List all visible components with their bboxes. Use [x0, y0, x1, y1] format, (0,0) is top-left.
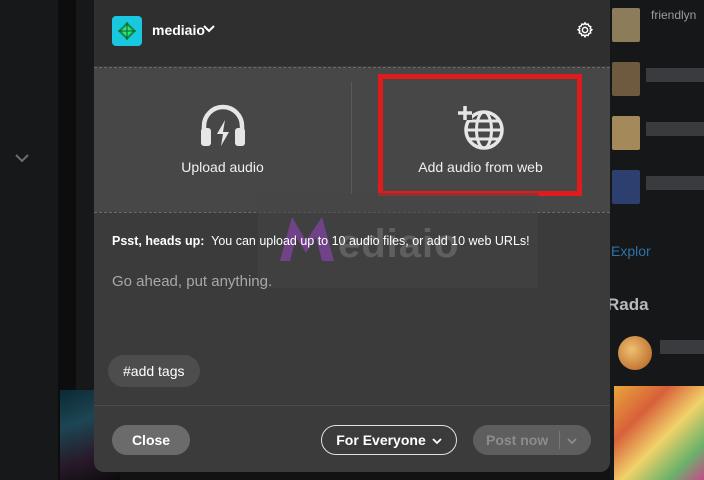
gear-icon[interactable] — [576, 21, 594, 44]
background-bar — [646, 176, 704, 190]
audience-label: For Everyone — [336, 432, 426, 448]
tip-text: You can upload up to 10 audio files, or … — [211, 234, 530, 248]
post-now-label: Post now — [486, 432, 549, 448]
background-bar — [646, 68, 704, 82]
background-thumbnail — [612, 8, 640, 42]
background-thumbnail — [612, 170, 640, 204]
highlight-box — [378, 74, 582, 196]
headphones-upload-icon — [198, 104, 248, 153]
background-thumbnail — [612, 62, 640, 96]
chevron-down-icon[interactable] — [567, 433, 577, 449]
background-bar — [660, 340, 704, 354]
background-bar — [646, 122, 704, 136]
background-artwork — [614, 386, 704, 480]
chevron-down-icon[interactable] — [202, 22, 216, 41]
background-blog-name: friendlyn — [651, 8, 697, 22]
audio-post-modal: mediaio Upload audio Add audio from web … — [94, 0, 610, 472]
footer-divider — [94, 405, 610, 406]
upload-audio-option[interactable]: Upload audio — [94, 68, 351, 212]
diamond-logo-icon[interactable] — [112, 16, 142, 46]
blog-name[interactable]: mediaio — [152, 22, 205, 38]
background-avatar — [618, 336, 652, 370]
audience-dropdown[interactable]: For Everyone — [321, 425, 457, 455]
add-tags-button[interactable]: #add tags — [108, 355, 200, 387]
background-section-title: Rada — [607, 295, 649, 314]
background-thumbnail — [612, 116, 640, 150]
chevron-down-icon — [432, 432, 442, 448]
background-explore-link: Explor — [611, 243, 651, 259]
upload-audio-label: Upload audio — [181, 159, 264, 175]
upload-tip: Psst, heads up: You can upload up to 10 … — [112, 234, 530, 248]
tip-heading: Psst, heads up: — [112, 234, 205, 248]
post-now-button[interactable]: Post now — [473, 425, 591, 455]
button-separator — [559, 431, 560, 449]
chevron-down-icon — [14, 150, 30, 164]
close-button[interactable]: Close — [112, 425, 190, 455]
modal-header: mediaio — [94, 0, 610, 66]
post-body-input[interactable]: Go ahead, put anything. — [112, 273, 272, 290]
